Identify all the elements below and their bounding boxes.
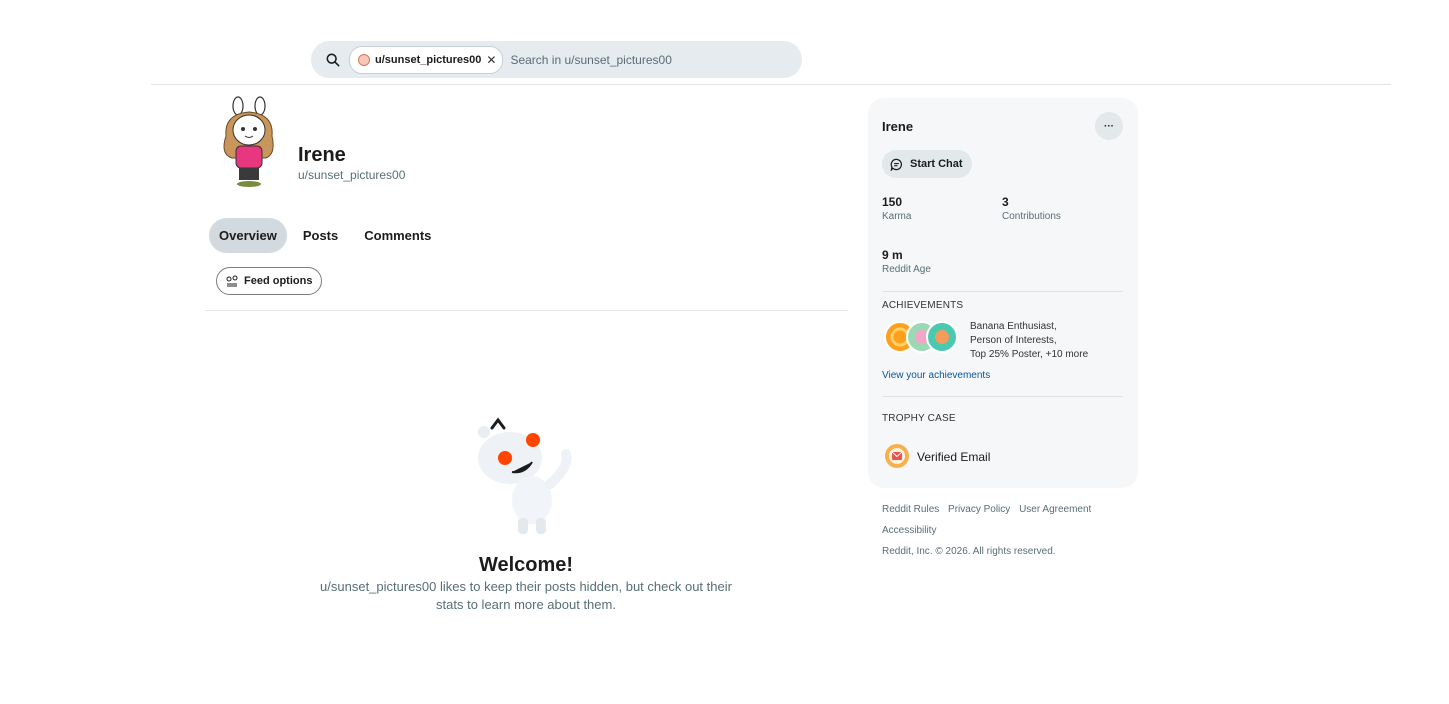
karma-label: Karma <box>882 211 912 222</box>
profile-tabs: Overview Posts Comments <box>209 218 441 253</box>
welcome-title: Welcome! <box>478 554 574 576</box>
karma-value: 150 <box>882 195 903 209</box>
tab-posts[interactable]: Posts <box>293 218 348 253</box>
header-divider <box>151 84 1391 85</box>
footer-link-privacy-policy[interactable]: Privacy Policy <box>948 504 1010 515</box>
achievement-line-3: Top 25% Poster, +10 more <box>970 349 1089 360</box>
card-divider <box>882 291 1123 292</box>
reddit-age-stat: 9 m Reddit Age <box>882 248 931 275</box>
achievements-heading: ACHIEVEMENTS <box>882 300 964 311</box>
feed-options-label: Feed options <box>244 275 313 287</box>
view-achievements-link[interactable]: View your achievements <box>882 370 990 381</box>
user-avatar-mini-icon <box>358 53 370 66</box>
search-scope-chip[interactable]: u/sunset_pictures00 ✕ <box>349 45 504 74</box>
tab-comments[interactable]: Comments <box>354 218 441 253</box>
more-icon[interactable]: ··· <box>1095 112 1123 140</box>
avatar <box>223 96 274 187</box>
footer-link-reddit-rules[interactable]: Reddit Rules <box>882 504 939 515</box>
feed-options-button[interactable]: Feed options <box>216 267 323 295</box>
achievement-badges-icon <box>884 321 958 353</box>
reddit-age-label: Reddit Age <box>882 264 931 275</box>
achievement-line-1: Banana Enthusiast, <box>970 321 1057 332</box>
contributions-label: Contributions <box>1002 211 1061 222</box>
chat-bubble-icon <box>890 158 902 171</box>
search-scope-label: u/sunset_pictures00 <box>375 53 482 66</box>
search-icon <box>326 53 340 66</box>
contributions-value: 3 <box>1002 195 1009 209</box>
welcome-description: u/sunset_pictures00 likes to keep their … <box>320 579 732 612</box>
feed-options-icon <box>226 275 238 287</box>
search-input[interactable]: Search in u/sunset_pictures00 <box>510 53 671 67</box>
verified-email-trophy-icon <box>885 444 909 468</box>
close-icon[interactable]: ✕ <box>486 53 496 67</box>
achievements-summary: Banana Enthusiast, Person of Interests, … <box>970 320 1088 362</box>
start-chat-label: Start Chat <box>910 158 963 170</box>
trophy-verified-email: Verified Email <box>917 450 991 464</box>
karma-stat: 150 Karma <box>882 195 911 222</box>
reddit-age-value: 9 m <box>882 248 903 262</box>
footer-links: Reddit Rules Privacy Policy User Agreeme… <box>882 504 1097 515</box>
footer-link-user-agreement[interactable]: User Agreement <box>1019 504 1091 515</box>
profile-display-name: Irene <box>298 144 346 166</box>
achievement-line-2: Person of Interests, <box>970 335 1057 346</box>
sidebar-name: Irene <box>882 119 914 134</box>
start-chat-button[interactable]: Start Chat <box>882 150 972 178</box>
footer-link-accessibility[interactable]: Accessibility <box>882 525 936 536</box>
contributions-stat: 3 Contributions <box>1002 195 1061 222</box>
card-divider <box>882 396 1123 397</box>
snoo-mascot-icon <box>478 417 572 534</box>
trophy-case-heading: TROPHY CASE <box>882 413 956 424</box>
feed-divider <box>205 310 848 311</box>
profile-username: u/sunset_pictures00 <box>298 168 406 182</box>
search-bar[interactable]: u/sunset_pictures00 ✕ Search in u/sunset… <box>311 41 802 78</box>
tab-overview[interactable]: Overview <box>209 218 287 253</box>
profile-sidebar-card: Irene ··· Start Chat 150 Karma 3 Contrib… <box>868 98 1138 488</box>
footer-copyright: Reddit, Inc. © 2026. All rights reserved… <box>882 546 1056 557</box>
